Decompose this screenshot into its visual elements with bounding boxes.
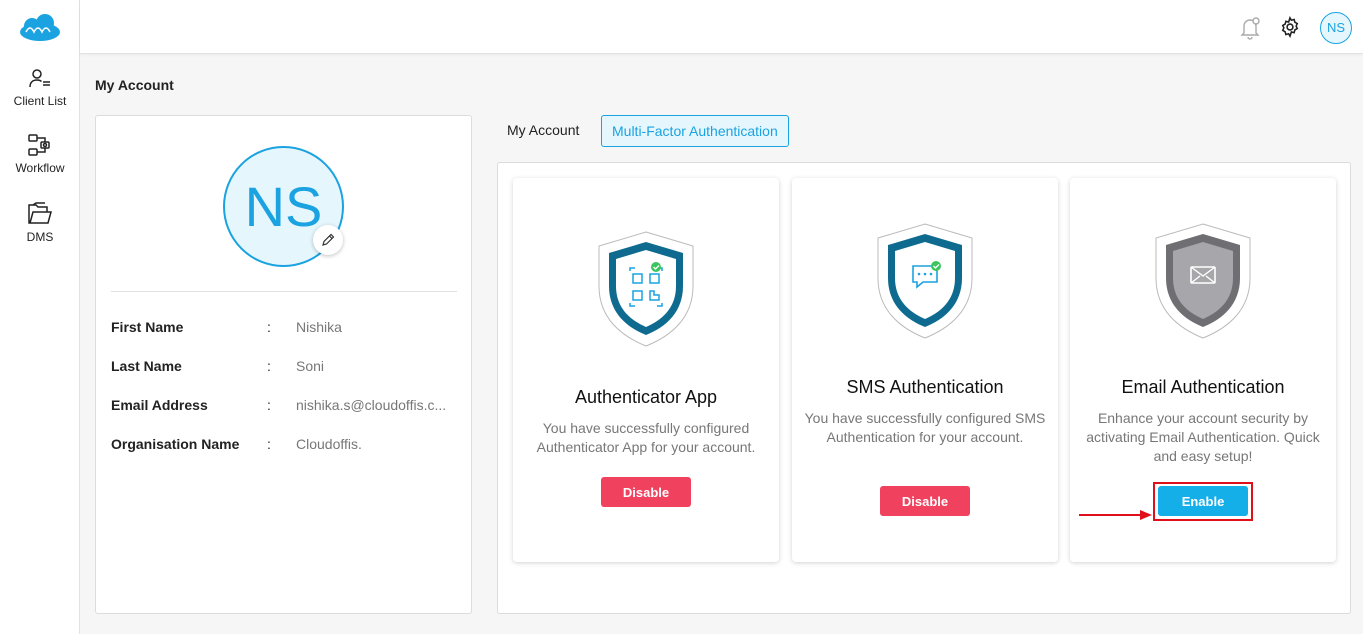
- sidebar-item-workflow[interactable]: Workflow: [0, 133, 80, 177]
- gear-icon[interactable]: [1279, 16, 1301, 38]
- field-value: Soni: [296, 358, 325, 374]
- top-bar: NS: [80, 0, 1363, 54]
- sms-shield-icon: [877, 223, 973, 339]
- profile-divider: [111, 291, 457, 292]
- field-email-address: Email Address : nishika.s@cloudoffis.c..…: [111, 397, 461, 417]
- page-title: My Account: [95, 77, 174, 93]
- workflow-icon: [28, 134, 50, 156]
- client-list-icon: [29, 69, 50, 88]
- tab-multi-factor-authentication[interactable]: Multi-Factor Authentication: [601, 115, 789, 147]
- sidebar-item-dms[interactable]: DMS: [0, 202, 80, 246]
- bell-icon[interactable]: [1240, 16, 1262, 40]
- mfa-card-sms-authentication: SMS Authentication You have successfully…: [792, 178, 1058, 562]
- mfa-card-title: Email Authentication: [1121, 377, 1285, 397]
- sidebar: Client List Workflow DMS: [0, 0, 80, 634]
- tab-my-account[interactable]: My Account: [507, 115, 579, 147]
- field-value: Cloudoffis.: [296, 436, 362, 452]
- field-label: First Name: [111, 319, 184, 335]
- field-value: Nishika: [296, 319, 342, 335]
- field-colon: :: [267, 358, 271, 374]
- annotation-highlight-box: [1153, 482, 1253, 521]
- sidebar-item-label: Client List: [13, 94, 67, 108]
- mfa-card-title: SMS Authentication: [846, 377, 1004, 397]
- qr-shield-icon: [598, 231, 694, 347]
- field-label: Email Address: [111, 397, 208, 413]
- field-last-name: Last Name : Soni: [111, 358, 461, 378]
- mfa-card-title: Authenticator App: [574, 387, 718, 407]
- mfa-panel: Authenticator App You have successfully …: [497, 162, 1351, 614]
- edit-avatar-button[interactable]: [313, 225, 343, 255]
- profile-card: NS First Name : Nishika Last Name : Soni…: [95, 115, 472, 614]
- field-colon: :: [267, 436, 271, 452]
- field-label: Organisation Name: [111, 436, 240, 452]
- field-first-name: First Name : Nishika: [111, 319, 461, 339]
- field-colon: :: [267, 319, 271, 335]
- sidebar-item-label: DMS: [26, 230, 54, 244]
- mfa-card-description: You have successfully configured Authent…: [536, 420, 756, 455]
- mfa-card-authenticator-app: Authenticator App You have successfully …: [513, 178, 779, 562]
- field-value: nishika.s@cloudoffis.c...: [296, 397, 447, 413]
- field-organisation-name: Organisation Name : Cloudoffis.: [111, 436, 461, 456]
- mfa-card-description: You have successfully configured SMS Aut…: [804, 410, 1046, 445]
- folder-icon: [28, 202, 52, 224]
- sidebar-item-label: Workflow: [15, 161, 65, 175]
- field-colon: :: [267, 397, 271, 413]
- user-avatar[interactable]: NS: [1320, 12, 1352, 44]
- disable-sms-authentication-button[interactable]: Disable: [880, 486, 970, 516]
- field-label: Last Name: [111, 358, 182, 374]
- mfa-card-description: Enhance your account security by activat…: [1086, 410, 1320, 464]
- disable-authenticator-app-button[interactable]: Disable: [601, 477, 691, 507]
- annotation-arrow-icon: [1079, 510, 1152, 520]
- sidebar-item-client-list[interactable]: Client List: [0, 66, 80, 110]
- email-shield-icon: [1155, 223, 1251, 339]
- pencil-icon: [322, 233, 335, 246]
- cloud-logo-icon[interactable]: [18, 14, 62, 42]
